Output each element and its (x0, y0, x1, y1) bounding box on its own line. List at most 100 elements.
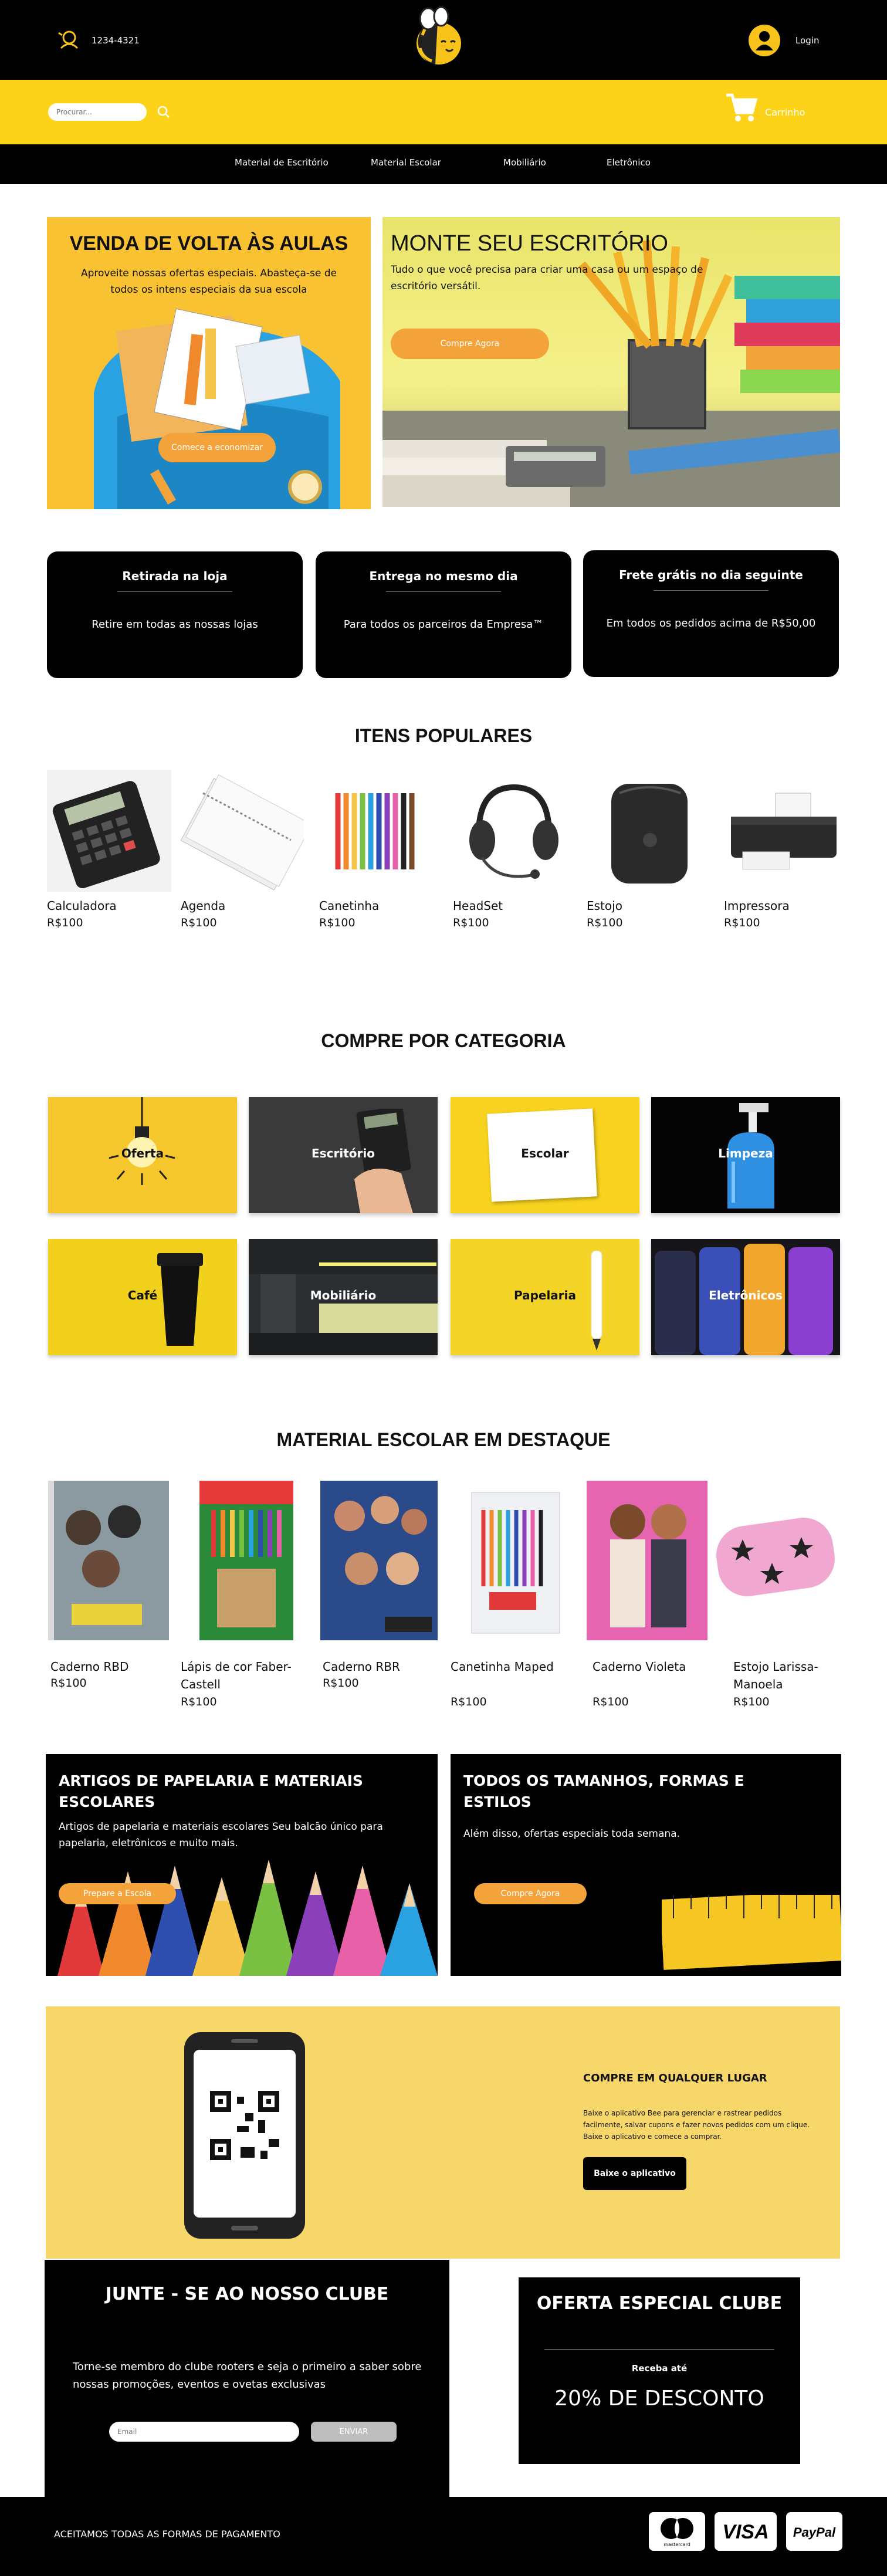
backpack-image (94, 308, 340, 509)
nav-item-electronics[interactable]: Eletrônico (607, 157, 651, 168)
hero-right-text: Tudo o que você precisa para criar uma c… (391, 264, 703, 292)
product-image-caderno-rbd[interactable] (48, 1481, 169, 1640)
club-offer-card: OFERTA ESPECIAL CLUBE Receba até 20% DE … (519, 2277, 800, 2464)
category-card-cleaning[interactable]: Limpeza (651, 1097, 840, 1213)
product-name[interactable]: Lápis de cor Faber-Castell (181, 1658, 298, 1693)
product-image-printer[interactable] (719, 770, 844, 892)
divider (386, 591, 501, 592)
hero-office: MONTE SEU ESCRITÓRIO Tudo o que você pre… (382, 217, 840, 507)
product-image-caderno-violeta[interactable] (587, 1481, 707, 1640)
product-price: R$100 (733, 1695, 770, 1708)
product-image-calculator[interactable] (47, 770, 171, 892)
category-card-stationery[interactable]: Papelaria (451, 1239, 639, 1355)
service-text: Para todos os parceiros da Empresa™ (343, 618, 544, 631)
divider (654, 590, 768, 591)
ruler-image (662, 1895, 841, 1970)
club-title: JUNTE - SE AO NOSSO CLUBE (105, 2284, 389, 2304)
offer-discount: 20% DE DESCONTO (554, 2387, 764, 2411)
app-text: Baixe o aplicativo Bee para gerenciar e … (583, 2109, 810, 2141)
product-name[interactable]: Canetinha (319, 899, 379, 913)
main-nav (0, 144, 887, 184)
product-image-markers[interactable] (314, 770, 439, 892)
product-price: R$100 (47, 916, 83, 929)
service-title: Entrega no mesmo dia (369, 569, 518, 583)
product-image-lapis-faber[interactable] (196, 1481, 297, 1640)
shop-now-button-2[interactable]: Compre Agora (474, 1883, 587, 1904)
product-price: R$100 (319, 916, 356, 929)
download-app-button[interactable]: Baixe o aplicativo (583, 2157, 686, 2190)
promo-sizes: TODOS OS TAMANHOS, FORMAS E ESTILOS Além… (451, 1754, 841, 1976)
product-name[interactable]: Caderno Violeta (593, 1658, 710, 1675)
nav-item-furniture[interactable]: Mobiliário (503, 157, 546, 168)
divider (544, 2349, 774, 2350)
hero-left-text: Aproveite nossas ofertas especiais. Abas… (80, 268, 337, 296)
cart-label[interactable]: Carrinho (765, 107, 805, 118)
phone-number: 1234-4321 (92, 35, 140, 46)
user-avatar-icon[interactable] (749, 25, 780, 56)
product-name[interactable]: Caderno RBR (323, 1658, 440, 1675)
category-card-offer[interactable]: Oferta (48, 1097, 237, 1213)
offer-pre-text: Receba até (631, 2363, 688, 2374)
prepare-school-button[interactable]: Prepare a Escola (59, 1883, 176, 1904)
promo-right-text: Além disso, ofertas especiais toda seman… (463, 1828, 680, 1840)
category-label: Escritório (312, 1146, 375, 1160)
category-card-furniture[interactable]: Mobiliário (249, 1239, 438, 1355)
product-image-headset[interactable] (449, 770, 574, 892)
category-card-office[interactable]: Escritório (249, 1097, 438, 1213)
product-price: R$100 (453, 916, 489, 929)
product-image-canetinha-maped[interactable] (466, 1481, 563, 1640)
hero-right-title: MONTE SEU ESCRITÓRIO (391, 231, 668, 256)
product-name[interactable]: HeadSet (453, 899, 503, 913)
promo-left-title: ARTIGOS DE PAPELARIA E MATERIAIS ESCOLAR… (59, 1772, 363, 1810)
product-name[interactable]: Estojo (587, 899, 622, 913)
product-name[interactable]: Caderno RBD (50, 1658, 168, 1675)
nav-item-school[interactable]: Material Escolar (371, 157, 441, 168)
product-name[interactable]: Estojo Larissa-Manoela (733, 1658, 839, 1693)
service-card-free-shipping: Frete grátis no dia seguinte Em todos os… (583, 550, 839, 677)
category-label: Limpeza (718, 1146, 773, 1160)
calculator-hand-image (354, 1109, 413, 1213)
shop-now-button[interactable]: Compre Agora (391, 329, 549, 359)
product-price: R$100 (724, 916, 760, 929)
product-price: R$100 (323, 1677, 359, 1690)
save-now-button[interactable]: Comece a economizar (158, 433, 276, 462)
hero-back-to-school: VENDA DE VOLTA ÀS AULAS Aproveite nossas… (47, 217, 371, 509)
category-label: Mobiliário (310, 1288, 377, 1302)
product-name[interactable]: Canetinha Maped (451, 1658, 568, 1675)
login-link[interactable]: Login (795, 35, 819, 46)
send-button[interactable]: ENVIAR (311, 2422, 397, 2442)
product-name[interactable]: Agenda (181, 899, 225, 913)
hero-left-title: VENDA DE VOLTA ÀS AULAS (69, 232, 348, 255)
product-image-estojo-larissa[interactable] (713, 1481, 840, 1640)
category-label: Café (127, 1288, 158, 1302)
search-input[interactable] (48, 103, 147, 121)
categories-title: COMPRE POR CATEGORIA (321, 1030, 566, 1051)
category-card-coffee[interactable]: Café (48, 1239, 237, 1355)
product-image-caderno-rbr[interactable] (320, 1481, 438, 1640)
category-card-electronics[interactable]: Eletrônicos (651, 1239, 840, 1355)
product-name[interactable]: Calculadora (47, 899, 117, 913)
product-price: R$100 (451, 1695, 487, 1708)
app-title: COMPRE EM QUALQUER LUGAR (583, 2072, 767, 2084)
category-label: Oferta (121, 1146, 164, 1160)
product-price: R$100 (50, 1677, 87, 1690)
product-name[interactable]: Impressora (724, 899, 790, 913)
phone-qr-image (184, 2032, 305, 2239)
cart-icon[interactable] (725, 93, 758, 123)
offer-title: OFERTA ESPECIAL CLUBE (536, 2293, 783, 2314)
promo-stationery: ARTIGOS DE PAPELARIA E MATERIAIS ESCOLAR… (46, 1754, 438, 1976)
service-text: Em todos os pedidos acima de R$50,00 (606, 617, 816, 629)
phone-icon (58, 31, 79, 49)
product-image-pencil-case[interactable] (584, 770, 709, 892)
nav-item-office[interactable]: Material de Escritório (235, 157, 329, 168)
category-card-school[interactable]: Escolar (451, 1097, 639, 1213)
product-price: R$100 (593, 1695, 629, 1708)
email-field[interactable] (109, 2422, 299, 2442)
colored-pencils-image (57, 1860, 438, 1976)
service-title: Frete grátis no dia seguinte (619, 568, 803, 582)
featured-title: MATERIAL ESCOLAR EM DESTAQUE (276, 1429, 611, 1450)
bee-logo[interactable] (405, 6, 469, 70)
search-icon[interactable] (156, 104, 171, 120)
mastercard-icon: mastercard (649, 2512, 705, 2551)
product-image-notebook[interactable] (180, 770, 304, 892)
